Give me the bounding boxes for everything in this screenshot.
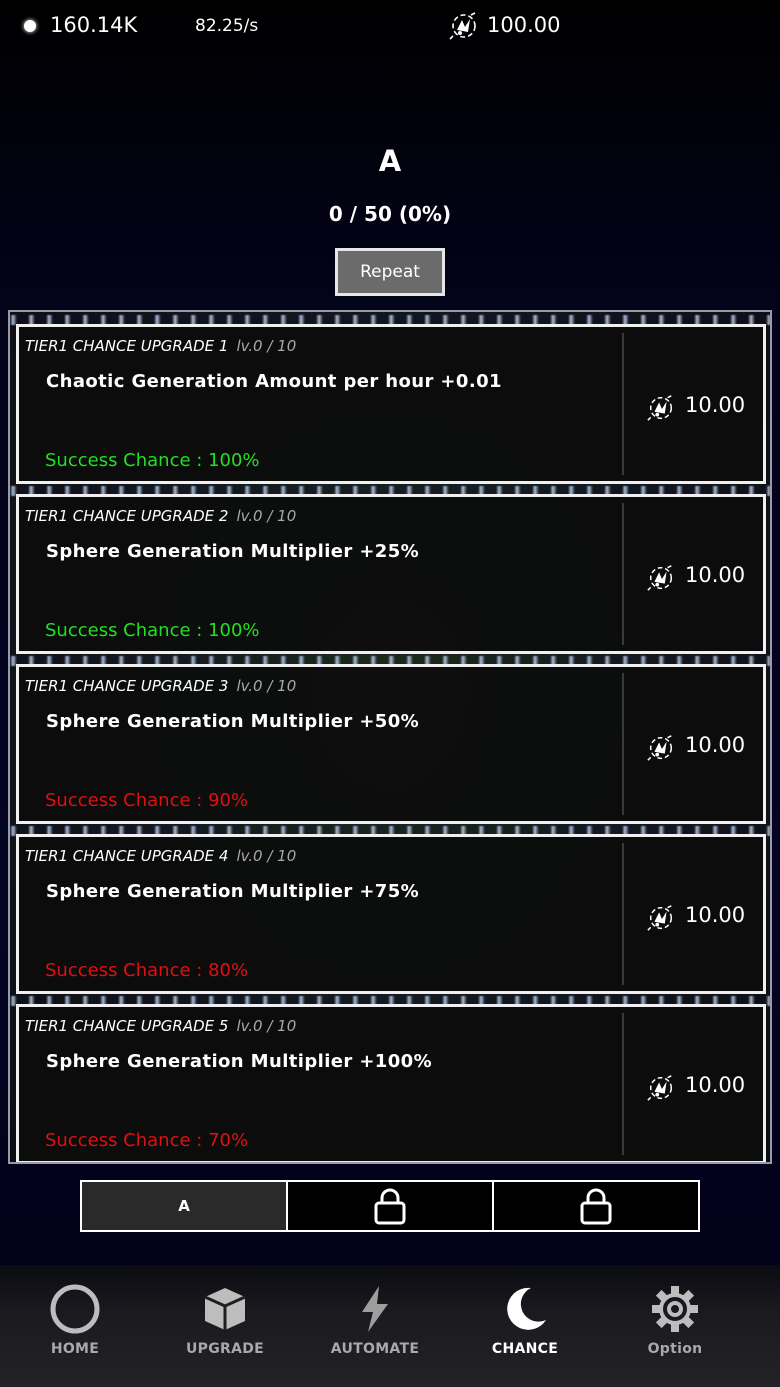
chaos-emblem-icon (647, 735, 673, 761)
success-chance: Success Chance : 100% (45, 620, 260, 641)
success-chance: Success Chance : 90% (45, 790, 249, 811)
card-divider (622, 673, 624, 815)
sphere-count: 160.14K (50, 13, 138, 37)
upgrade-card[interactable]: TIER1 CHANCE UPGRADE 3 lv.0 / 10 Sphere G… (16, 664, 766, 824)
tab-a[interactable]: A (82, 1182, 288, 1230)
upgrade-card[interactable]: TIER1 CHANCE UPGRADE 1 lv.0 / 10 Chaotic … (16, 324, 766, 484)
nav-option[interactable]: Option (600, 1265, 750, 1387)
upgrade-tier: TIER1 CHANCE UPGRADE 3 lv.0 / 10 (25, 677, 297, 695)
nav-home-label: HOME (50, 1341, 100, 1357)
lock-icon (580, 1188, 612, 1225)
chaos-emblem-icon (647, 1075, 673, 1101)
nav-automate[interactable]: AUTOMATE (300, 1265, 450, 1387)
tab-locked-3[interactable] (494, 1182, 698, 1230)
upgrade-card[interactable]: TIER1 CHANCE UPGRADE 2 lv.0 / 10 Sphere G… (16, 494, 766, 654)
moon-icon (507, 1287, 546, 1330)
upgrade-level: lv.0 / 10 (236, 337, 297, 355)
nav-chance-label: CHANCE (491, 1341, 559, 1357)
upgrade-cost: 10.00 (685, 393, 746, 417)
upgrade-card[interactable]: TIER1 CHANCE UPGRADE 5 lv.0 / 10 Sphere G… (16, 1004, 766, 1162)
nav-upgrade-label: UPGRADE (185, 1341, 265, 1357)
upgrade-tier: TIER1 CHANCE UPGRADE 5 lv.0 / 10 (25, 1017, 297, 1035)
card-divider (622, 503, 624, 645)
upgrade-level: lv.0 / 10 (236, 507, 297, 525)
success-chance: Success Chance : 100% (45, 450, 260, 471)
upgrade-description: Sphere Generation Multiplier +100% (46, 1051, 433, 1072)
card-divider (622, 843, 624, 985)
upgrade-cost: 10.00 (685, 903, 746, 927)
sphere-rate: 82.25/s (195, 16, 259, 36)
sphere-icon (24, 20, 36, 32)
upgrade-description: Sphere Generation Multiplier +50% (46, 711, 420, 732)
upgrade-tier: TIER1 CHANCE UPGRADE 4 lv.0 / 10 (25, 847, 297, 865)
upgrade-list[interactable]: TIER1 CHANCE UPGRADE 1 lv.0 / 10 Chaotic … (8, 310, 772, 1164)
upgrade-cost: 10.00 (685, 563, 746, 587)
chance-progress: 0 / 50 (0%) (328, 202, 452, 226)
upgrade-tier: TIER1 CHANCE UPGRADE 2 lv.0 / 10 (25, 507, 297, 525)
nav-chance[interactable]: CHANCE (450, 1265, 600, 1387)
repeat-button[interactable]: Repeat (335, 248, 445, 296)
upgrade-cost: 10.00 (685, 1073, 746, 1097)
upgrade-description: Chaotic Generation Amount per hour +0.01 (46, 371, 502, 392)
upgrade-tier: TIER1 CHANCE UPGRADE 1 lv.0 / 10 (25, 337, 297, 355)
tier-tabs: A (80, 1180, 700, 1232)
game-screen: 160.14K 82.25/s 100.00 A 0 / 50 (0%) Rep… (0, 0, 780, 1387)
chaos-emblem-icon (647, 905, 673, 931)
ring-icon (50, 1284, 100, 1334)
nav-option-label: Option (647, 1341, 703, 1357)
page-title: A (378, 144, 402, 178)
chaos-emblem-icon (449, 12, 476, 40)
nav-home[interactable]: HOME (0, 1265, 150, 1387)
upgrade-level: lv.0 / 10 (236, 1017, 297, 1035)
upgrade-level: lv.0 / 10 (236, 847, 297, 865)
upgrade-description: Sphere Generation Multiplier +75% (46, 881, 420, 902)
upgrade-cost: 10.00 (685, 733, 746, 757)
resource-bar: 160.14K 82.25/s 100.00 (0, 0, 780, 52)
upgrade-description: Sphere Generation Multiplier +25% (46, 541, 420, 562)
nav-upgrade[interactable]: UPGRADE (150, 1265, 300, 1387)
chaos-emblem-icon (647, 395, 673, 421)
gear-icon (652, 1286, 698, 1332)
lightning-icon (362, 1286, 388, 1332)
chaos-emblem-icon (647, 565, 673, 591)
bottom-nav: HOME UPGRADE AUTOMATE CHANCE Option (0, 1265, 780, 1387)
lock-icon (374, 1188, 406, 1225)
success-chance: Success Chance : 70% (45, 1130, 249, 1151)
card-divider (622, 1013, 624, 1155)
upgrade-card[interactable]: TIER1 CHANCE UPGRADE 4 lv.0 / 10 Sphere G… (16, 834, 766, 994)
upgrade-level: lv.0 / 10 (236, 677, 297, 695)
card-divider (622, 333, 624, 475)
success-chance: Success Chance : 80% (45, 960, 249, 981)
chaos-count: 100.00 (487, 13, 561, 37)
tab-locked-2[interactable] (288, 1182, 494, 1230)
nav-automate-label: AUTOMATE (330, 1341, 420, 1357)
cube-icon (204, 1288, 246, 1330)
